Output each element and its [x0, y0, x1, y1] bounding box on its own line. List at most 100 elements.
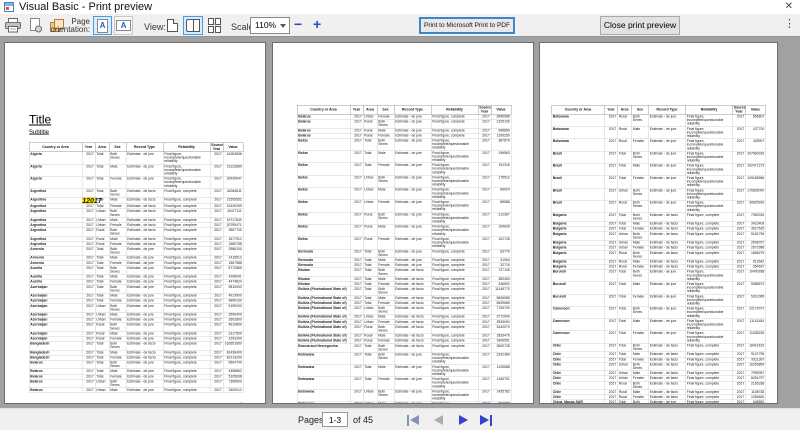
table-cell: 2017 [81, 341, 96, 351]
table-cell: 5199200 [222, 303, 244, 313]
pages-range-input[interactable] [322, 412, 348, 427]
table-cell: Belize [296, 162, 351, 176]
table-cell: Urban [362, 388, 378, 402]
table-cell: Both Sexes [108, 322, 127, 332]
table-cell: 2017 [732, 114, 746, 127]
overflow-menu-icon[interactable]: ⋮ [784, 17, 795, 30]
last-page-button[interactable] [477, 414, 495, 426]
table-cell: Estimate - de jure [125, 151, 164, 165]
next-page-button[interactable] [454, 414, 472, 426]
view-one-page-button[interactable] [162, 16, 182, 35]
table-cell: Austria [28, 265, 83, 275]
table-cell: Final figure, incomplete/questionable re… [685, 306, 733, 319]
column-header: Value [490, 105, 512, 115]
table-row: Bolivia (Plurinational State of) 2017 Urba… [296, 305, 512, 315]
table-cell: 2017 [349, 324, 364, 334]
table-cell: Final figure, incomplete/questionable re… [430, 211, 479, 225]
table-cell: Bulgaria [551, 231, 605, 241]
zoom-in-button[interactable]: + [313, 16, 321, 33]
table-cell: Total [94, 163, 110, 177]
table-cell: 2017 [349, 162, 364, 176]
table-cell: 2017 [349, 286, 364, 296]
table-cell: Estimate - de jure [393, 187, 432, 201]
table-cell: Rural [617, 126, 632, 140]
table-cell: 2017 [477, 187, 492, 201]
table-cell: 2017 [81, 284, 96, 294]
table-cell: Male [631, 126, 649, 140]
view-facing-pages-button[interactable] [183, 16, 203, 35]
table-cell: Bulgaria [551, 250, 605, 260]
table-cell: 88588 [490, 199, 512, 213]
table-cell: 176835000 [745, 187, 766, 201]
table-cell: Both Sexes [108, 284, 127, 294]
table-cell: Final figure, incomplete/questionable re… [430, 351, 479, 365]
table-cell: 2017 [349, 351, 364, 365]
table-cell: 2017 [477, 199, 492, 213]
table-cell: Argentina [28, 188, 83, 198]
table-cell: Estimate - de jure [125, 265, 164, 275]
table-row: Botswana 2017 Urban Both Sexes Estimate - de… [296, 388, 512, 402]
table-cell: Final figure, complete [430, 324, 479, 334]
first-page-button[interactable] [404, 414, 422, 426]
previous-page-button[interactable] [429, 414, 447, 426]
table-row: Bolivia (Plurinational State of) 2017 Rura… [296, 324, 512, 334]
table-cell: 20939947 [222, 176, 244, 189]
print-button[interactable] [4, 17, 22, 34]
table-row: Botswana 2017 Total Both Sexes Estimate - de… [296, 351, 512, 365]
table-cell: 2017 [604, 281, 618, 295]
table-cell: Male [631, 318, 649, 332]
window-close-icon[interactable]: ✕ [785, 1, 793, 12]
table-cell: 2017 [604, 293, 618, 307]
table-cell: 427700 [745, 126, 766, 140]
table-cell: 2017 [732, 150, 746, 164]
table-cell: Urban [617, 361, 632, 372]
table-cell: 81438400 [222, 349, 244, 356]
table-cell: 727145 [490, 267, 512, 277]
table-cell: Final figure, incomplete/questionable re… [430, 162, 479, 176]
table-cell: Total [362, 343, 378, 353]
table-cell: 2017 [209, 188, 224, 198]
window-title: Visual Basic - Print preview [19, 1, 153, 13]
table-cell: Urban [94, 378, 110, 389]
column-header: Value [745, 105, 766, 115]
view-multiple-pages-button[interactable] [204, 16, 224, 35]
table-cell: Argentina [28, 227, 83, 237]
print-to-pdf-button[interactable]: Print to Microsoft Print to PDF [419, 17, 515, 34]
table-cell: 2017 [349, 376, 364, 390]
table-cell: Belize [296, 211, 351, 225]
last-page-icon [480, 415, 489, 425]
table-cell: Botswana [296, 351, 351, 365]
table-row: Azerbaijan 2017 Total Both Sexes Estimate - … [28, 284, 244, 294]
table-cell: 2017 [477, 138, 492, 151]
table-row: Belize 2017 Rural Male Estimate - de jure Fin… [296, 224, 512, 237]
report-table: Country or Area Year Area Sex Record Type Rel… [28, 142, 244, 394]
table-cell: 8772865 [222, 265, 244, 275]
table-cell: Female [631, 175, 649, 189]
table-cell: 2017 [209, 359, 224, 370]
table-cell: 102728 [490, 236, 512, 250]
table-cell: Cameroon [551, 330, 605, 344]
table-cell: Total [94, 284, 110, 294]
table-cell: 2017 [477, 376, 492, 390]
table-cell: Final figure, complete [685, 361, 733, 372]
scale-combobox[interactable]: 110% [250, 17, 290, 34]
table-cell: Algeria [28, 151, 83, 165]
table-cell: 2017 [604, 175, 618, 189]
orientation-landscape-button[interactable]: A [114, 16, 133, 35]
table-cell: Final figure, incomplete/questionable re… [685, 281, 733, 295]
zoom-out-button[interactable]: − [294, 16, 302, 33]
table-cell: Argentina [28, 208, 83, 218]
table-cell: Final figure, incomplete/questionable re… [685, 114, 733, 127]
table-cell: Final figure, complete [685, 399, 733, 403]
table-cell: 3509728 [490, 343, 512, 353]
table-cell: Estimate - de jure [393, 119, 432, 129]
table-cell: Total [94, 359, 110, 370]
close-print-preview-button[interactable]: Close print preview [600, 16, 680, 35]
table-cell: Final figure, complete [430, 267, 479, 277]
preview-canvas: Title Subtitle Country or Area Year Area Sex R… [0, 37, 800, 408]
table-cell: 5312065 [745, 293, 766, 307]
table-row: Belize 2017 Total Female Estimate - de jure F… [296, 162, 512, 176]
column-header: Value [222, 142, 244, 152]
table-cell: Estimate - de jure [393, 162, 432, 176]
orientation-portrait-button[interactable]: A [93, 16, 112, 35]
